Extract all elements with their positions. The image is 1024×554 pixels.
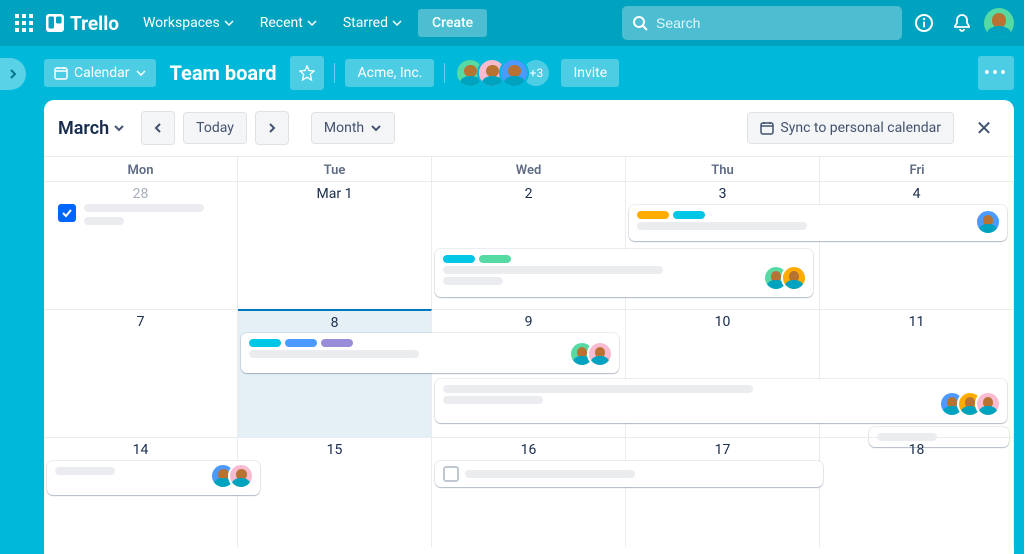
avatar[interactable]	[781, 265, 807, 291]
day-cell[interactable]: 4	[820, 181, 1014, 309]
separator	[444, 63, 445, 83]
day-cell[interactable]: Mar 1	[238, 181, 432, 309]
star-icon	[299, 65, 315, 81]
next-button[interactable]	[255, 111, 289, 145]
avatar[interactable]	[975, 391, 1001, 417]
star-button[interactable]	[290, 56, 324, 90]
chevron-down-icon	[224, 18, 234, 28]
today-button[interactable]: Today	[183, 112, 247, 144]
dow-mon: Mon	[44, 157, 238, 181]
checkbox-icon[interactable]	[58, 204, 76, 222]
chevron-right-icon	[266, 122, 278, 134]
create-button[interactable]: Create	[418, 9, 487, 37]
sync-button[interactable]: Sync to personal calendar	[747, 112, 954, 144]
separator	[334, 63, 335, 83]
chevron-left-icon	[152, 122, 164, 134]
day-cell[interactable]: 28	[44, 181, 238, 309]
placeholder-text	[84, 204, 204, 225]
calendar-card[interactable]	[435, 379, 1007, 423]
chevron-down-icon	[392, 18, 402, 28]
day-cell[interactable]: 18	[820, 437, 1014, 547]
avatar[interactable]	[587, 341, 613, 367]
chevron-down-icon	[307, 18, 317, 28]
bell-icon[interactable]	[946, 7, 978, 39]
week-row: 14 15 16 17 18	[44, 437, 1014, 547]
card-members[interactable]	[939, 391, 1001, 417]
day-cell[interactable]: 16	[432, 437, 626, 547]
dow-wed: Wed	[432, 157, 626, 181]
board-menu-button[interactable]: •••	[978, 56, 1014, 90]
card-members[interactable]	[569, 341, 613, 367]
day-cell[interactable]: 17	[626, 437, 820, 547]
search-icon	[632, 15, 648, 31]
search-input[interactable]	[656, 15, 892, 31]
checkbox-icon[interactable]	[443, 466, 459, 482]
card-members[interactable]	[763, 265, 807, 291]
board-title[interactable]: Team board	[166, 61, 281, 85]
board-header: Calendar Team board Acme, Inc. +3 Invite…	[0, 46, 1024, 100]
calendar-card[interactable]	[435, 461, 823, 487]
nav-recent[interactable]: Recent	[250, 9, 327, 37]
nav-workspaces[interactable]: Workspaces	[133, 9, 244, 37]
user-avatar[interactable]	[984, 8, 1014, 38]
nav-starred[interactable]: Starred	[333, 9, 412, 37]
workspace-chip[interactable]: Acme, Inc.	[345, 59, 434, 87]
dow-thu: Thu	[626, 157, 820, 181]
day-cell[interactable]: 15	[238, 437, 432, 547]
chevron-down-icon	[113, 122, 125, 134]
avatar[interactable]	[228, 463, 254, 489]
calendar-header: March Today Month Sync to personal calen…	[44, 100, 1014, 156]
info-icon[interactable]	[908, 7, 940, 39]
calendar-card[interactable]	[629, 205, 1007, 241]
card-members[interactable]	[975, 209, 1001, 235]
view-switcher[interactable]: Calendar	[44, 59, 156, 87]
trello-logo[interactable]: Trello	[44, 12, 127, 35]
close-button[interactable]: ✕	[968, 112, 1000, 144]
day-cell-today[interactable]: 8	[238, 309, 432, 437]
dow-row: Mon Tue Wed Thu Fri	[44, 157, 1014, 181]
period-switcher[interactable]: Month	[311, 112, 395, 144]
month-picker[interactable]: March	[58, 118, 133, 139]
calendar-card[interactable]	[47, 461, 260, 495]
topnav: Trello Workspaces Recent Starred Create	[0, 0, 1024, 46]
chevron-down-icon	[370, 122, 382, 134]
week-row: 28 Mar 1 2 3 4	[44, 181, 1014, 309]
calendar-card[interactable]	[241, 333, 619, 373]
week-row: 7 8 9 10 11	[44, 309, 1014, 437]
search-box[interactable]	[622, 6, 902, 40]
apps-grid-icon[interactable]	[10, 9, 38, 37]
chevron-down-icon	[136, 68, 146, 78]
avatar[interactable]	[975, 209, 1001, 235]
dow-fri: Fri	[820, 157, 1014, 181]
card-members[interactable]	[210, 463, 254, 489]
calendar-grid: Mon Tue Wed Thu Fri 28 Mar 1 2 3 4	[44, 156, 1014, 554]
invite-button[interactable]: Invite	[561, 59, 619, 87]
calendar-icon	[54, 66, 68, 80]
member-stack[interactable]: +3	[455, 58, 551, 88]
prev-button[interactable]	[141, 111, 175, 145]
calendar-icon	[760, 121, 774, 135]
calendar-card[interactable]	[435, 249, 813, 297]
brand-text: Trello	[70, 12, 119, 35]
day-cell[interactable]: 7	[44, 309, 238, 437]
calendar-panel: March Today Month Sync to personal calen…	[44, 100, 1014, 554]
dow-tue: Tue	[238, 157, 432, 181]
